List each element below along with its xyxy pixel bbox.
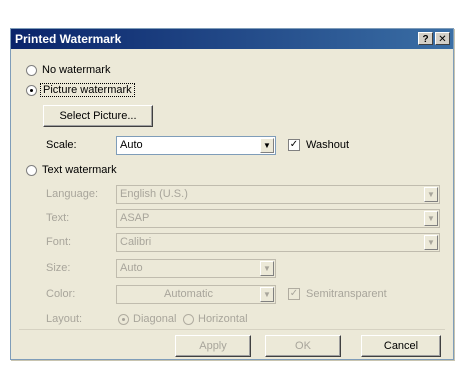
size-label: Size:: [46, 262, 71, 274]
chevron-down-icon[interactable]: ▼: [260, 138, 274, 153]
font-dropdown[interactable]: Calibri ▼: [116, 233, 440, 252]
washout-label[interactable]: Washout: [306, 139, 349, 151]
font-label: Font:: [46, 236, 72, 248]
separator: [19, 329, 445, 330]
check-icon: ✓: [289, 288, 299, 299]
semitransparent-checkbox[interactable]: ✓: [288, 288, 300, 300]
chevron-down-icon[interactable]: ▼: [260, 287, 274, 302]
chevron-down-icon[interactable]: ▼: [424, 211, 438, 226]
language-label: Language:: [46, 188, 98, 200]
title-bar: Printed Watermark ? ✕: [11, 29, 453, 49]
text-label: Text:: [46, 212, 70, 224]
color-value: Automatic: [164, 288, 213, 300]
picture-watermark-radio[interactable]: [26, 85, 37, 96]
diagonal-label[interactable]: Diagonal: [133, 313, 176, 325]
chevron-down-icon[interactable]: ▼: [260, 261, 274, 276]
ok-button[interactable]: OK: [265, 335, 341, 357]
diagonal-radio[interactable]: [118, 314, 129, 325]
scale-label: Scale:: [46, 139, 77, 151]
scale-value: Auto: [120, 139, 143, 151]
language-dropdown[interactable]: English (U.S.) ▼: [116, 185, 440, 204]
color-dropdown[interactable]: Automatic ▼: [116, 285, 276, 304]
text-dropdown[interactable]: ASAP ▼: [116, 209, 440, 228]
size-value: Auto: [120, 262, 143, 274]
washout-checkbox[interactable]: ✓: [288, 139, 300, 151]
horizontal-label[interactable]: Horizontal: [198, 313, 248, 325]
close-button[interactable]: ✕: [435, 32, 450, 45]
semitransparent-label[interactable]: Semitransparent: [306, 288, 387, 300]
no-watermark-label[interactable]: No watermark: [42, 64, 110, 76]
dialog-title: Printed Watermark: [15, 32, 122, 46]
picture-watermark-label[interactable]: Picture watermark: [40, 83, 135, 97]
horizontal-radio[interactable]: [183, 314, 194, 325]
chevron-down-icon[interactable]: ▼: [424, 187, 438, 202]
check-icon: ✓: [289, 139, 299, 150]
chevron-down-icon[interactable]: ▼: [424, 235, 438, 250]
text-watermark-radio[interactable]: [26, 165, 37, 176]
title-bar-buttons: ? ✕: [418, 32, 450, 45]
language-value: English (U.S.): [120, 188, 188, 200]
text-watermark-label[interactable]: Text watermark: [42, 164, 117, 176]
apply-button[interactable]: Apply: [175, 335, 251, 357]
no-watermark-radio[interactable]: [26, 65, 37, 76]
size-dropdown[interactable]: Auto ▼: [116, 259, 276, 278]
text-value: ASAP: [120, 212, 150, 224]
color-label: Color:: [46, 288, 76, 300]
font-value: Calibri: [120, 236, 152, 248]
help-button[interactable]: ?: [418, 32, 433, 45]
scale-dropdown[interactable]: Auto ▼: [116, 136, 276, 155]
cancel-button[interactable]: Cancel: [361, 335, 441, 357]
layout-label: Layout:: [46, 313, 83, 325]
printed-watermark-dialog: Printed Watermark ? ✕ No watermark Pictu…: [10, 28, 454, 360]
select-picture-button[interactable]: Select Picture...: [43, 105, 153, 127]
